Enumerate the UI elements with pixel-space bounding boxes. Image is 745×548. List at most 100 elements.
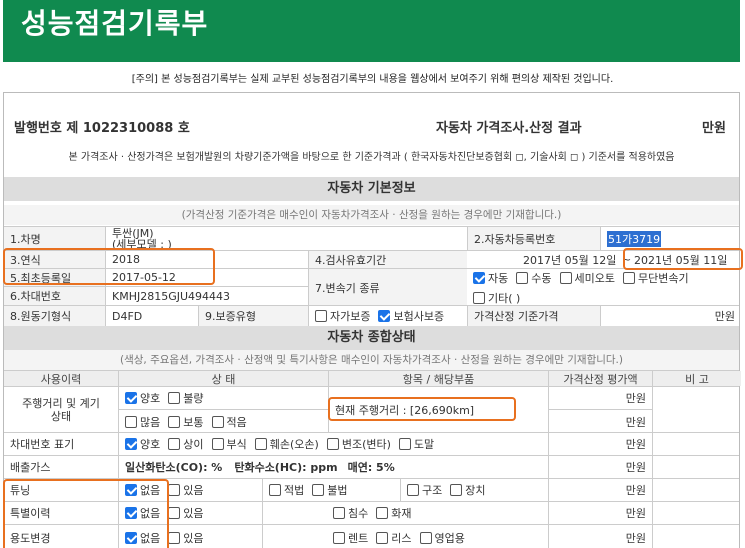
checkbox-icon[interactable]	[125, 415, 137, 428]
transmission-label: 7.변속기 종류	[308, 269, 467, 306]
mileage-good[interactable]: 양호	[125, 390, 160, 406]
use-change-business[interactable]: 영업용	[419, 530, 465, 546]
validity-start: 2017년 05월 12일	[523, 253, 617, 267]
price-result-unit: 만원	[702, 121, 726, 136]
checkbox-icon[interactable]	[168, 392, 181, 404]
checkbox-icon[interactable]	[516, 272, 529, 284]
mileage-few[interactable]: 적음	[211, 414, 247, 430]
vin-mark-corroded[interactable]: 부식	[211, 436, 247, 452]
special-flood[interactable]: 침수	[333, 505, 368, 521]
emission-label: 배출가스	[10, 461, 51, 474]
special-fire[interactable]: 화재	[376, 505, 412, 521]
checkbox-icon[interactable]	[168, 531, 181, 544]
special-items: 침수 화재	[327, 502, 548, 524]
special-exists[interactable]: 있음	[168, 505, 204, 521]
transmission-other[interactable]: 기타( )	[473, 290, 520, 306]
vin-mark-diff[interactable]: 상이	[168, 436, 204, 452]
reg-no-cell: 51가3719	[600, 227, 741, 250]
header-state: 상 태	[118, 371, 328, 386]
reg-no-value[interactable]: 51가3719	[607, 230, 662, 247]
warranty-label: 9.보증유형	[198, 306, 308, 326]
special-note	[652, 502, 741, 524]
checkbox-icon[interactable]	[376, 507, 389, 519]
checkbox-icon[interactable]	[333, 507, 345, 519]
mileage-many[interactable]: 많음	[125, 414, 160, 430]
checkbox-icon[interactable]	[473, 272, 485, 284]
use-change-lease[interactable]: 리스	[376, 530, 412, 546]
checkbox-icon[interactable]	[398, 438, 411, 450]
checkbox-icon[interactable]	[125, 392, 137, 404]
use-change-price: 만원	[548, 525, 652, 548]
mileage-label: 주행거리 및 계기상태	[22, 396, 100, 423]
transmission-semiauto[interactable]: 세미오토	[559, 270, 615, 286]
car-name-label: 1.차명	[4, 227, 105, 250]
tuning-lawful[interactable]: 적법	[269, 482, 304, 498]
checkbox-icon[interactable]	[407, 484, 419, 496]
header-note: 비 고	[652, 371, 741, 386]
vin-mark-good[interactable]: 양호	[125, 436, 160, 452]
page-title: 성능점검기록부	[21, 7, 209, 40]
checkbox-icon[interactable]	[168, 415, 181, 428]
mileage-price-2: 만원	[548, 410, 652, 433]
checkbox-icon[interactable]	[312, 484, 325, 496]
header-item: 항목 / 해당부품	[328, 371, 548, 386]
checkbox-icon[interactable]	[168, 507, 181, 519]
basic-info-title: 자동차 기본정보	[4, 177, 739, 201]
checkbox-icon[interactable]	[168, 484, 181, 496]
checkbox-icon[interactable]	[559, 272, 572, 284]
checkbox-icon[interactable]	[473, 292, 485, 304]
tuning-exists[interactable]: 있음	[168, 482, 204, 498]
basic-info-note: (가격산정 기준가격은 매수인이 자동차가격조사 · 산정을 원하는 경우에만 …	[4, 205, 739, 225]
row-vin: 6.차대번호 KMHJ2815GJU494443	[4, 286, 308, 305]
checkbox-icon[interactable]	[376, 531, 389, 544]
checkbox-icon[interactable]	[378, 310, 391, 322]
special-price: 만원	[548, 502, 652, 524]
tuning-unlawful[interactable]: 불법	[312, 482, 348, 498]
vin-mark-damaged[interactable]: 훼손(오손)	[254, 436, 319, 452]
highlight-mileage	[328, 397, 516, 421]
page-header: 성능점검기록부	[3, 0, 740, 62]
validity-label: 4.검사유효기간	[308, 251, 467, 268]
warranty-insurance[interactable]: 보험사보증	[378, 308, 444, 324]
tuning-device[interactable]: 장치	[450, 482, 486, 498]
checkbox-icon[interactable]	[315, 310, 327, 322]
mileage-price-1: 만원	[548, 387, 652, 410]
vin-mark-altered[interactable]: 변조(변타)	[326, 436, 391, 452]
warranty-self[interactable]: 자가보증	[315, 308, 370, 324]
transmission-manual[interactable]: 수동	[516, 270, 552, 286]
emission-co: 일산화탄소(CO): %	[125, 461, 223, 474]
checkbox-icon[interactable]	[450, 484, 463, 496]
transmission-cvt[interactable]: 무단변속기	[622, 270, 689, 286]
car-name-cell: 투싼(JM) (세부모델 : )	[105, 227, 467, 250]
vin-mark-price: 만원	[548, 433, 652, 455]
row-car-name: 1.차명 투싼(JM) (세부모델 : ) 2.자동차등록번호 51가3719	[4, 226, 739, 250]
tuning-structure[interactable]: 구조	[407, 482, 442, 498]
checkbox-icon[interactable]	[326, 438, 339, 450]
checkbox-icon[interactable]	[168, 438, 181, 450]
vin-mark-options: 양호 상이 부식 훼손(오손) 변조(변타) 도말	[118, 433, 548, 455]
vin-mark-painted[interactable]: 도말	[398, 436, 434, 452]
checkbox-icon[interactable]	[211, 438, 224, 450]
status-title: 자동차 종합상태	[4, 326, 739, 350]
notice-text: [주의] 본 성능점검기록부는 실제 교부된 성능점검기록부의 내용을 웹상에서…	[131, 74, 614, 85]
highlight-validity-end	[623, 248, 743, 270]
mileage-state-row2: 많음 보통 적음	[118, 410, 328, 433]
highlight-history	[3, 479, 169, 548]
transmission-auto[interactable]: 자동	[473, 270, 508, 286]
checkbox-icon[interactable]	[254, 438, 267, 450]
use-change-blank	[262, 525, 327, 548]
use-change-exists[interactable]: 있음	[168, 530, 204, 546]
row-vin-mark: 차대번호 표기 양호 상이 부식 훼손(오손) 변조(변타) 도말 만원	[4, 432, 739, 455]
checkbox-icon[interactable]	[125, 438, 137, 450]
transmission-options: 자동 수동 세미오토 무단변속기 기타( )	[473, 270, 741, 306]
mileage-bad[interactable]: 불량	[168, 390, 204, 406]
mileage-normal[interactable]: 보통	[168, 414, 204, 430]
checkbox-icon[interactable]	[333, 531, 345, 544]
checkbox-icon[interactable]	[269, 484, 281, 496]
use-change-rent[interactable]: 렌트	[333, 530, 368, 546]
highlight-year-firstreg	[3, 248, 215, 285]
checkbox-icon[interactable]	[622, 272, 635, 284]
row-engine: 8.원동기형식 D4FD 9.보증유형 자가보증 보험사보증 가격산정 기준가격…	[4, 305, 739, 326]
checkbox-icon[interactable]	[419, 531, 432, 544]
checkbox-icon[interactable]	[211, 415, 224, 428]
